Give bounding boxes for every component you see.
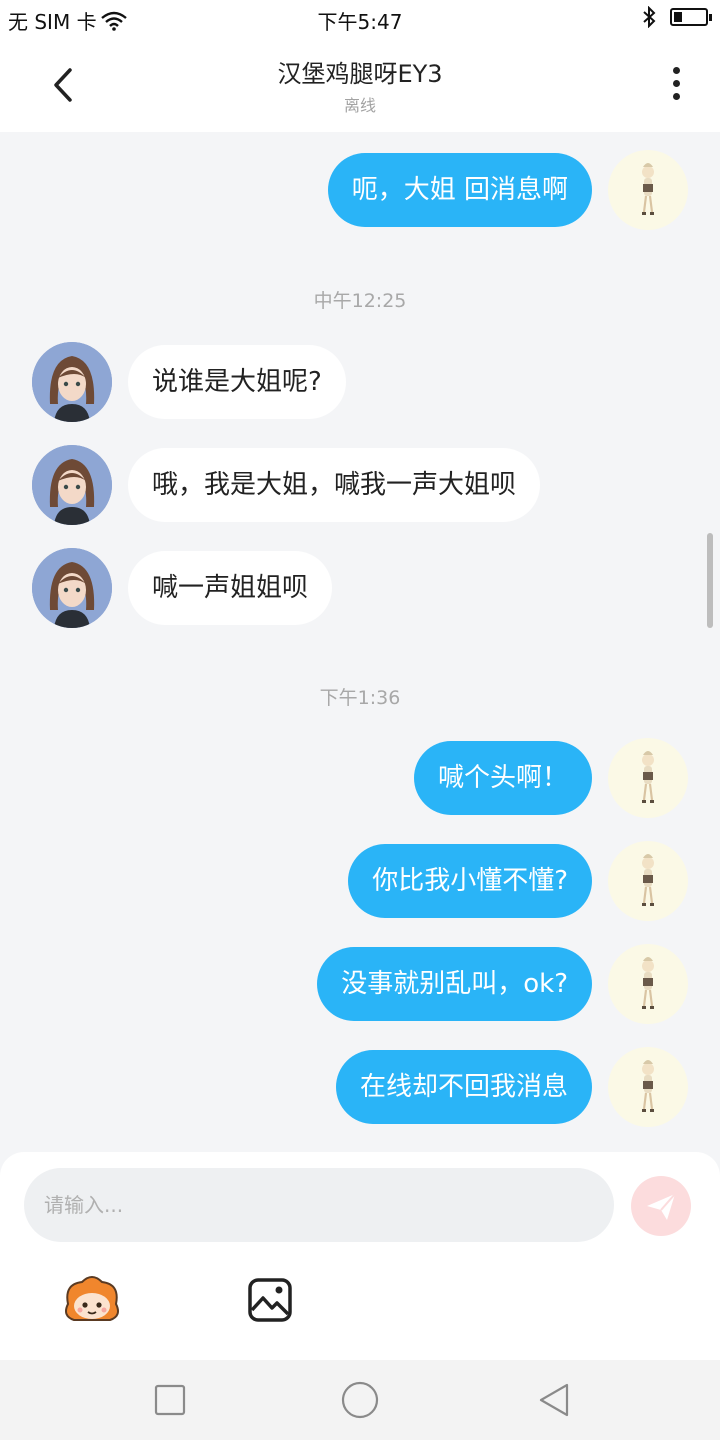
- status-right: [642, 6, 712, 28]
- my-avatar[interactable]: [608, 841, 688, 921]
- message-bubble[interactable]: 在线却不回我消息: [335, 1050, 592, 1124]
- message-bubble[interactable]: 喊个头啊！: [413, 741, 592, 815]
- message-bubble[interactable]: 没事就别乱叫，ok?: [317, 947, 592, 1021]
- my-avatar[interactable]: [608, 150, 688, 230]
- message-bubble[interactable]: 哦，我是大姐，喊我一声大姐呗: [128, 448, 541, 522]
- chibi-avatar-icon: [642, 1060, 654, 1112]
- contact-name: 汉堡鸡腿呀EY3: [277, 60, 443, 88]
- chat-header: 汉堡鸡腿呀EY3 离线: [0, 40, 720, 132]
- send-button[interactable]: [631, 1176, 691, 1236]
- message-row: 呃，大姐 回消息啊: [0, 150, 720, 230]
- more-vertical-icon[interactable]: [660, 64, 692, 108]
- chibi-avatar-icon: [642, 751, 654, 803]
- contact-status: 离线: [343, 96, 376, 115]
- anime-girl-avatar-icon: [32, 548, 112, 628]
- triangle-back-icon[interactable]: [534, 1380, 574, 1420]
- message-row: 你比我小懂不懂?: [0, 841, 720, 921]
- mascot-emoji-icon: [65, 1276, 119, 1321]
- timestamp: 中午12:25: [313, 290, 407, 312]
- message-row: 哦，我是大姐，喊我一声大姐呗: [0, 445, 720, 525]
- message-bubble[interactable]: 说谁是大姐呢?: [128, 345, 346, 419]
- my-avatar[interactable]: [608, 944, 688, 1024]
- contact-avatar[interactable]: [32, 445, 112, 525]
- chibi-avatar-icon: [642, 854, 654, 906]
- bluetooth-icon: [643, 6, 656, 28]
- contact-avatar[interactable]: [32, 342, 112, 422]
- scrollbar[interactable]: [707, 533, 713, 628]
- message-row: 没事就别乱叫，ok?: [0, 944, 720, 1024]
- timestamp: 下午1:36: [319, 687, 401, 709]
- composer-panel: [0, 1152, 720, 1360]
- message-row: 说谁是大姐呢?: [0, 342, 720, 422]
- anime-girl-avatar-icon: [32, 445, 112, 525]
- chibi-avatar-icon: [642, 957, 654, 1009]
- message-list[interactable]: 呃，大姐 回消息啊 中午12:25 说谁是大姐呢? 哦，我是大姐，喊我一声大姐呗…: [0, 132, 720, 1152]
- battery-icon: [670, 8, 712, 26]
- my-avatar[interactable]: [608, 738, 688, 818]
- send-icon: [647, 1193, 676, 1220]
- contact-avatar[interactable]: [32, 548, 112, 628]
- circle-icon[interactable]: [340, 1380, 380, 1420]
- status-time: 下午5:47: [317, 10, 403, 34]
- emoji-button[interactable]: [60, 1274, 124, 1326]
- my-avatar[interactable]: [608, 1047, 688, 1127]
- message-bubble[interactable]: 你比我小懂不懂?: [348, 844, 592, 918]
- square-icon[interactable]: [150, 1380, 190, 1420]
- message-bubble[interactable]: 呃，大姐 回消息啊: [327, 153, 592, 227]
- image-icon: [248, 1278, 292, 1322]
- status-bar: 无 SIM 卡 下午5:47: [0, 0, 720, 40]
- message-bubble[interactable]: 喊一声姐姐呗: [128, 551, 333, 625]
- message-row: 喊个头啊！: [0, 738, 720, 818]
- message-row: 在线却不回我消息: [0, 1047, 720, 1127]
- chibi-avatar-icon: [642, 163, 654, 215]
- system-nav-bar: [0, 1360, 720, 1440]
- message-row: 喊一声姐姐呗: [0, 548, 720, 628]
- anime-girl-avatar-icon: [32, 342, 112, 422]
- image-button[interactable]: [246, 1276, 294, 1324]
- message-input[interactable]: [24, 1168, 614, 1242]
- battery-level: [674, 12, 682, 22]
